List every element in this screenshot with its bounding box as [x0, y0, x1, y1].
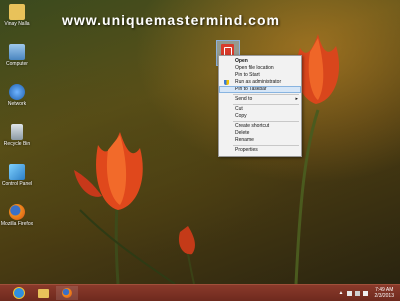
- firefox-icon: [9, 204, 25, 220]
- control-panel-icon: [9, 164, 25, 180]
- menu-item-delete[interactable]: Delete: [219, 130, 301, 137]
- taskbar-firefox[interactable]: [56, 286, 78, 300]
- system-tray: ▲ 7:49 AM 2/3/2013: [339, 286, 394, 300]
- menu-item-open-file-location[interactable]: Open file location: [219, 65, 301, 72]
- firefox-icon: [62, 288, 72, 298]
- menu-item-open[interactable]: Open: [219, 58, 301, 65]
- watermark-text: www.uniquemastermind.com: [62, 12, 280, 28]
- taskbar: ▲ 7:49 AM 2/3/2013: [0, 284, 400, 301]
- menu-item-create-shortcut[interactable]: Create shortcut: [219, 123, 301, 130]
- desktop-icon-firefox[interactable]: Mozilla Firefox: [0, 204, 34, 227]
- folder-icon: [9, 4, 25, 20]
- taskbar-file-explorer[interactable]: [32, 286, 54, 300]
- desktop-icon-label: Mozilla Firefox: [0, 221, 34, 227]
- menu-item-properties[interactable]: Properties: [219, 147, 301, 154]
- tulip-wallpaper: [74, 34, 340, 284]
- menu-item-pin-to-taskbar[interactable]: Pin to Taskbar: [219, 86, 301, 93]
- desktop-icon-label: Computer: [6, 61, 28, 67]
- computer-icon: [9, 44, 25, 60]
- desktop-icon-label: Network: [7, 101, 27, 107]
- internet-explorer-icon: [13, 287, 25, 299]
- context-menu: Open Open file location Pin to Start Run…: [218, 55, 302, 157]
- menu-item-pin-to-start[interactable]: Pin to Start: [219, 72, 301, 79]
- clock[interactable]: 7:49 AM 2/3/2013: [375, 287, 394, 299]
- volume-icon[interactable]: [362, 290, 368, 296]
- desktop[interactable]: www.uniquemastermind.com Vinay Nalla Com…: [0, 0, 400, 284]
- menu-item-label: Send to: [235, 96, 253, 102]
- desktop-icon-label: Control Panel: [1, 181, 33, 187]
- menu-separator: [233, 145, 299, 146]
- desktop-icon-label: Vinay Nalla: [4, 21, 30, 27]
- menu-separator: [233, 104, 299, 105]
- recycle-bin-icon: [11, 124, 23, 140]
- menu-item-run-as-administrator[interactable]: Run as administrator: [219, 79, 301, 86]
- menu-item-cut[interactable]: Cut: [219, 106, 301, 113]
- menu-separator: [233, 94, 299, 95]
- menu-item-label: Run as administrator: [235, 79, 282, 85]
- taskbar-internet-explorer[interactable]: [8, 286, 30, 300]
- menu-separator: [233, 121, 299, 122]
- network-status-icon[interactable]: [354, 290, 360, 296]
- network-icon: [9, 84, 25, 100]
- menu-item-rename[interactable]: Rename: [219, 137, 301, 144]
- desktop-icon-label: Recycle Bin: [3, 141, 31, 147]
- desktop-icon-recycle-bin[interactable]: Recycle Bin: [0, 124, 34, 147]
- uac-shield-icon: [224, 80, 229, 85]
- show-hidden-icons-arrow-icon[interactable]: ▲: [339, 290, 344, 296]
- clock-date: 2/3/2013: [374, 293, 394, 299]
- file-explorer-icon: [37, 288, 49, 298]
- menu-item-send-to[interactable]: Send to ▸: [219, 96, 301, 103]
- desktop-icon-network[interactable]: Network: [0, 84, 34, 107]
- action-center-flag-icon[interactable]: [346, 290, 352, 296]
- desktop-icon-computer[interactable]: Computer: [0, 44, 34, 67]
- desktop-icon-control-panel[interactable]: Control Panel: [0, 164, 34, 187]
- desktop-icon-user-folder[interactable]: Vinay Nalla: [0, 4, 34, 27]
- menu-item-copy[interactable]: Copy: [219, 113, 301, 120]
- submenu-arrow-icon: ▸: [295, 96, 298, 102]
